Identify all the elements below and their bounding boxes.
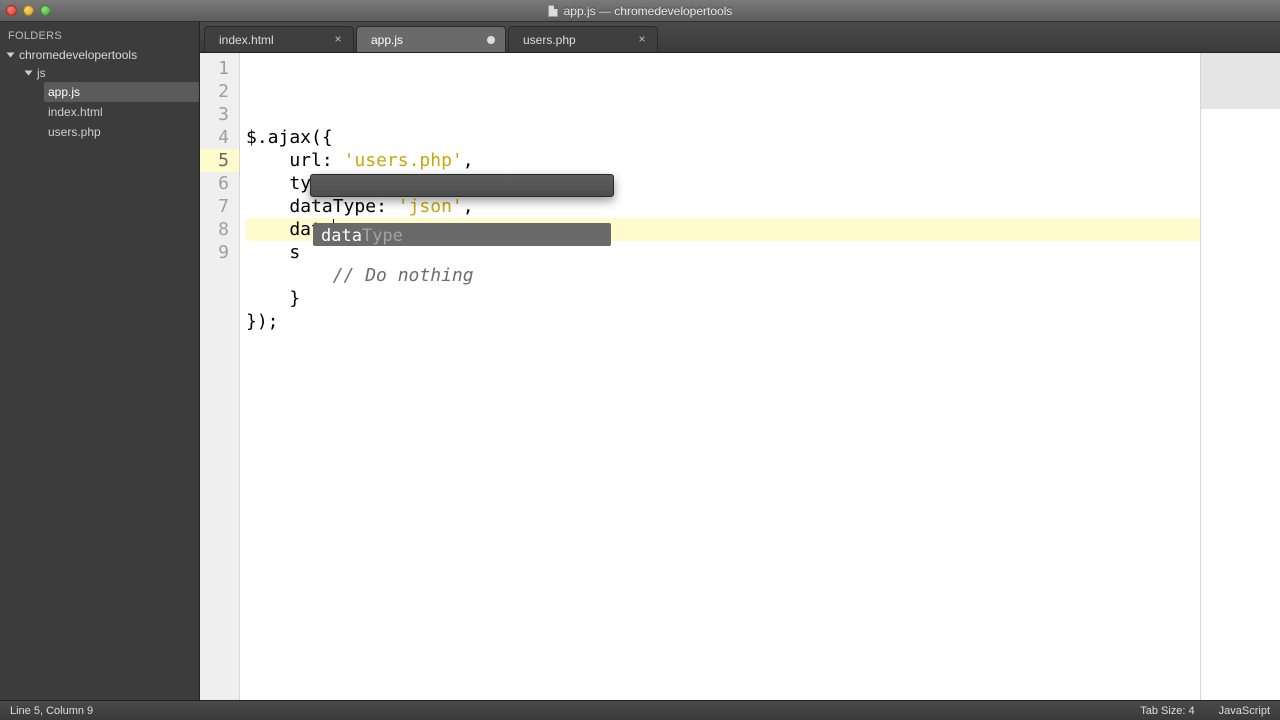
line-number: 8 <box>200 218 239 241</box>
line-number: 1 <box>200 57 239 80</box>
tab-bar: index.html × app.js users.php × <box>200 22 1280 53</box>
tab-label: index.html <box>219 33 274 47</box>
line-number: 7 <box>200 195 239 218</box>
autocomplete-popup[interactable]: dataType <box>310 174 614 197</box>
document-icon <box>548 5 558 17</box>
status-language[interactable]: JavaScript <box>1219 705 1270 717</box>
sidebar-header: FOLDERS <box>0 28 199 46</box>
tab[interactable]: index.html × <box>204 26 354 52</box>
tab-label: users.php <box>523 33 576 47</box>
code-line[interactable]: }); <box>246 310 1200 333</box>
autocomplete-match: data <box>321 225 362 244</box>
status-bar: Line 5, Column 9 Tab Size: 4 JavaScript <box>0 700 1280 720</box>
minimap[interactable] <box>1200 53 1280 700</box>
sidebar-root-label: chromedevelopertools <box>19 48 137 62</box>
code-content[interactable]: $.ajax({ url: 'users.php', type: 'get', … <box>240 53 1200 700</box>
status-cursor[interactable]: Line 5, Column 9 <box>10 705 93 717</box>
line-gutter: 123456789 <box>200 53 240 700</box>
line-number: 5 <box>200 149 239 172</box>
line-number: 2 <box>200 80 239 103</box>
line-number: 6 <box>200 172 239 195</box>
titlebar: app.js — chromedevelopertools <box>0 0 1280 22</box>
window-controls <box>6 5 51 16</box>
code-area[interactable]: 123456789 $.ajax({ url: 'users.php', typ… <box>200 53 1280 700</box>
code-line[interactable]: url: 'users.php', <box>246 149 1200 172</box>
sidebar-file-list: app.jsindex.htmlusers.php <box>26 82 199 142</box>
minimize-icon[interactable] <box>23 5 34 16</box>
sidebar-file[interactable]: app.js <box>44 82 199 102</box>
autocomplete-item[interactable]: dataType <box>313 223 611 246</box>
tab[interactable]: app.js <box>356 26 506 52</box>
sidebar-subfolder-label: js <box>37 66 46 80</box>
chevron-down-icon <box>25 71 33 76</box>
dirty-indicator-icon[interactable] <box>487 36 495 44</box>
close-icon[interactable] <box>6 5 17 16</box>
autocomplete-rest: Type <box>362 225 403 244</box>
code-line[interactable]: $.ajax({ <box>246 126 1200 149</box>
status-tab-size[interactable]: Tab Size: 4 <box>1140 705 1194 717</box>
chevron-down-icon <box>7 53 15 58</box>
close-icon[interactable]: × <box>331 32 345 46</box>
sidebar-file[interactable]: users.php <box>44 122 199 142</box>
window-title: app.js — chromedevelopertools <box>564 4 733 18</box>
minimap-viewport[interactable] <box>1201 53 1280 109</box>
sidebar-subfolder[interactable]: js <box>26 64 199 82</box>
close-icon[interactable]: × <box>635 32 649 46</box>
tab-label: app.js <box>371 33 403 47</box>
editor-panel: index.html × app.js users.php × 123456789 $.… <box>200 22 1280 700</box>
sidebar-root-folder[interactable]: chromedevelopertools <box>0 46 199 64</box>
line-number: 4 <box>200 126 239 149</box>
sidebar-file[interactable]: index.html <box>44 102 199 122</box>
tab[interactable]: users.php × <box>508 26 658 52</box>
folder-sidebar: FOLDERS chromedevelopertools js app.jsin… <box>0 22 200 700</box>
zoom-icon[interactable] <box>40 5 51 16</box>
line-number: 3 <box>200 103 239 126</box>
line-number: 9 <box>200 241 239 264</box>
